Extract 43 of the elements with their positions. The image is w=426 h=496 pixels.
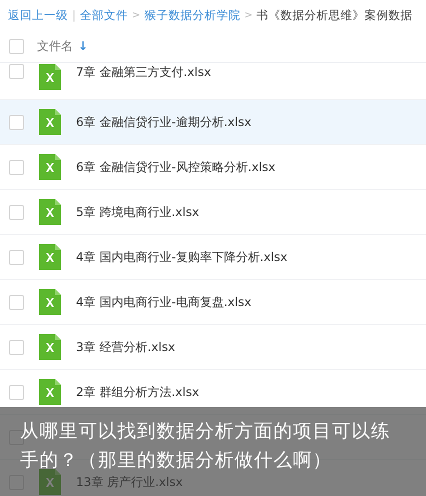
sort-icon[interactable]: ↓	[78, 39, 88, 53]
breadcrumb-separator: >	[132, 10, 140, 20]
select-all-checkbox[interactable]	[9, 38, 24, 54]
file-name: 13章 房产行业.xlsx	[76, 474, 183, 490]
file-name: 6章 金融信贷行业-风控策略分析.xlsx	[76, 158, 276, 176]
divider-mark: |	[72, 8, 76, 22]
row-checkbox[interactable]	[9, 204, 24, 220]
row-checkbox[interactable]	[9, 384, 24, 400]
caption-text: 从哪里可以找到数据分析方面的项目可以练手的？（那里的数据分析做什么啊）	[20, 420, 392, 473]
file-row[interactable]: 3章 经营分析.xlsx	[0, 325, 426, 370]
file-name: 3章 经营分析.xlsx	[76, 338, 176, 356]
file-row[interactable]: 5章 跨境电商行业.xlsx	[0, 190, 426, 235]
spreadsheet-file-icon	[39, 334, 61, 360]
spreadsheet-file-icon	[39, 289, 61, 315]
file-name: 4章 国内电商行业-电商复盘.xlsx	[76, 294, 252, 310]
breadcrumb-separator: >	[244, 10, 253, 20]
spreadsheet-file-icon	[39, 109, 61, 135]
file-name: 2章 群组分析方法.xlsx	[76, 384, 200, 400]
row-checkbox[interactable]	[9, 250, 24, 264]
row-checkbox[interactable]	[9, 64, 24, 79]
file-name: 5章 跨境电商行业.xlsx	[76, 204, 200, 220]
file-row[interactable]: 6章 金融信贷行业-逾期分析.xlsx	[0, 100, 426, 145]
file-row[interactable]: 2章 群组分析方法.xlsx	[0, 370, 426, 415]
row-checkbox[interactable]	[9, 294, 24, 310]
breadcrumb-link[interactable]: 猴子数据分析学院	[144, 8, 240, 22]
breadcrumb-link[interactable]: 全部文件	[80, 8, 128, 22]
spreadsheet-file-icon	[39, 379, 61, 405]
spreadsheet-file-icon	[39, 199, 61, 225]
spreadsheet-file-icon	[39, 244, 61, 270]
row-checkbox[interactable]	[9, 160, 24, 174]
file-row[interactable]: 6章 金融信贷行业-风控策略分析.xlsx	[0, 145, 426, 190]
breadcrumb-current: 书《数据分析思维》案例数据	[256, 8, 413, 22]
spreadsheet-file-icon	[39, 64, 61, 90]
file-name: 4章 国内电商行业-复购率下降分析.xlsx	[76, 248, 288, 266]
breadcrumb-link[interactable]: 返回上一级	[8, 8, 68, 22]
spreadsheet-file-icon	[39, 154, 61, 180]
column-header[interactable]: 文件名	[37, 38, 73, 54]
file-name: 6章 金融信贷行业-逾期分析.xlsx	[76, 114, 252, 130]
file-name: 7章 金融第三方支付.xlsx	[76, 64, 212, 81]
file-row[interactable]: 4章 国内电商行业-电商复盘.xlsx	[0, 280, 426, 325]
row-checkbox[interactable]	[9, 114, 24, 130]
row-checkbox[interactable]	[9, 340, 24, 354]
file-row[interactable]: 4章 国内电商行业-复购率下降分析.xlsx	[0, 235, 426, 280]
